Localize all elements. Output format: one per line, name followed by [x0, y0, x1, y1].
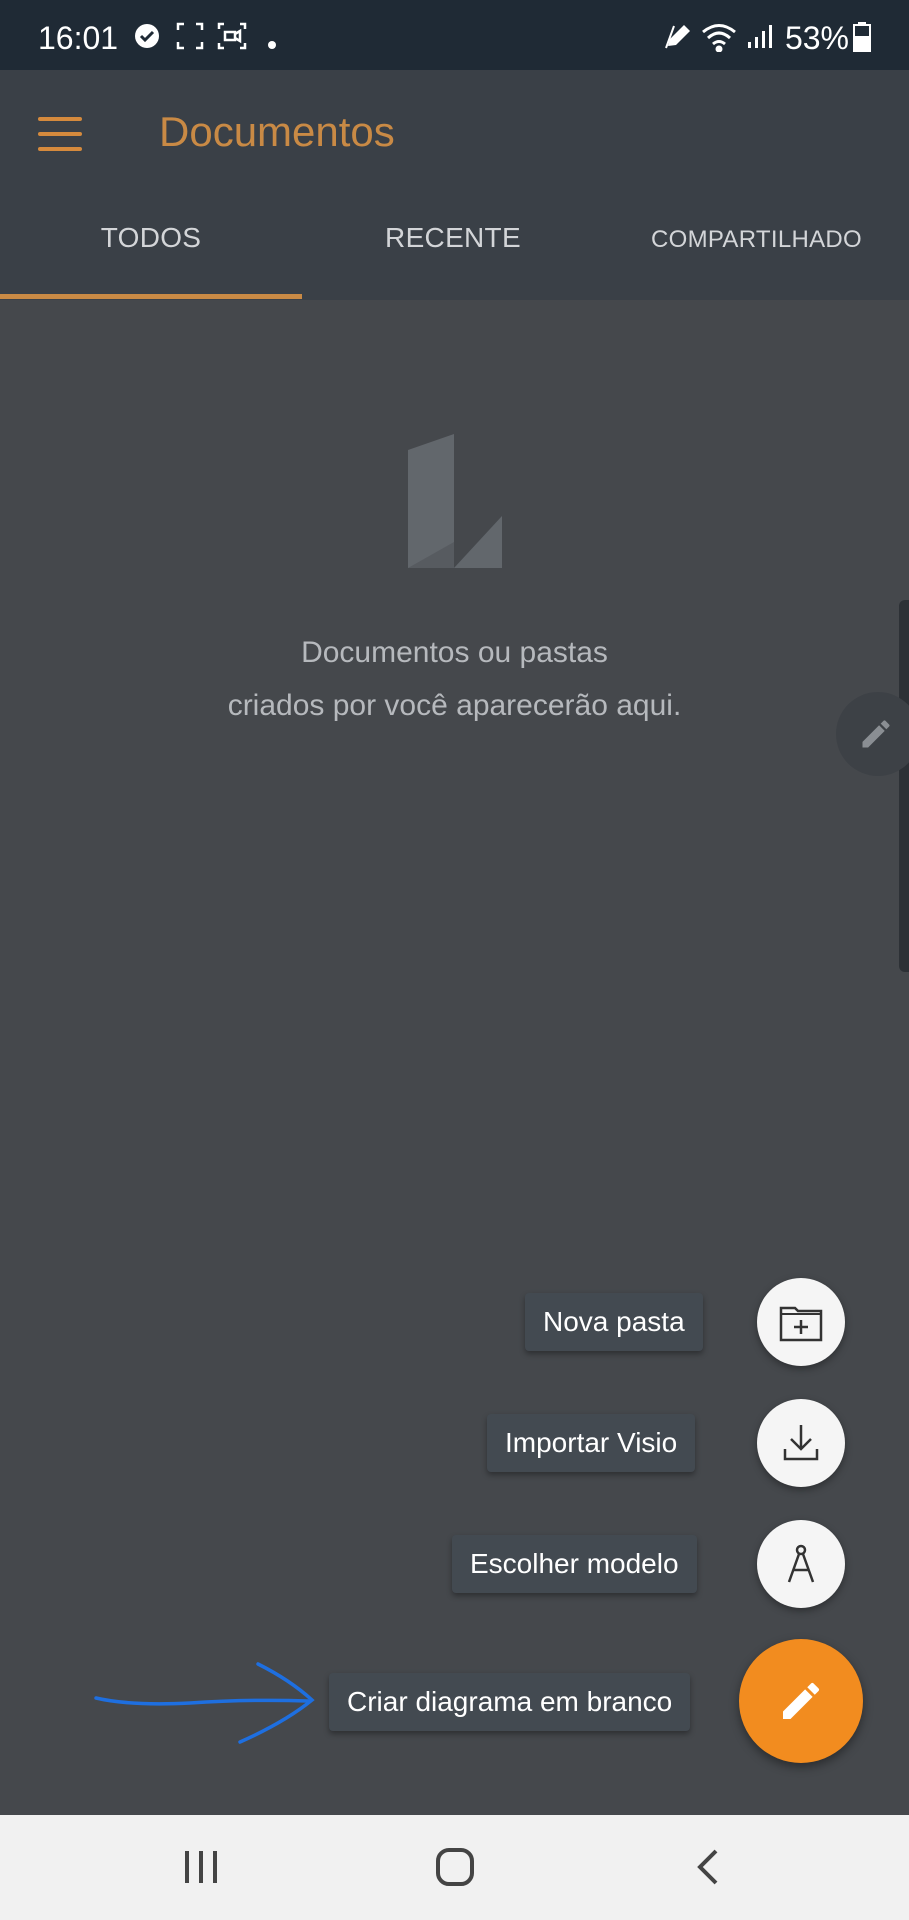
- empty-state-message: Documentos ou pastas criados por você ap…: [0, 626, 909, 732]
- empty-state-line-2: criados por você aparecerão aqui.: [227, 689, 682, 722]
- tab-todos[interactable]: TODOS: [0, 222, 302, 300]
- folder-plus-icon: [779, 1306, 823, 1342]
- tab-indicator: [0, 294, 302, 299]
- navigation-bar: [0, 1815, 909, 1920]
- edge-panel-handle[interactable]: [899, 600, 909, 972]
- nova-pasta-button[interactable]: [757, 1278, 845, 1366]
- status-time: 16:01: [38, 20, 119, 56]
- page-title: Documentos: [159, 108, 395, 155]
- escolher-modelo-label[interactable]: Escolher modelo: [452, 1535, 697, 1593]
- status-bar: 16:01 53%: [0, 0, 909, 70]
- recent-apps-icon[interactable]: [183, 1851, 219, 1888]
- check-circle-icon: [133, 22, 161, 55]
- pen-icon: [664, 22, 694, 55]
- empty-state-line-1: Documentos ou pastas: [301, 636, 608, 669]
- screenshot-frame-icon: [176, 22, 204, 55]
- hamburger-menu-icon[interactable]: [38, 117, 82, 151]
- importar-visio-label[interactable]: Importar Visio: [487, 1414, 696, 1472]
- lucidchart-logo-icon: [408, 434, 502, 573]
- importar-visio-button[interactable]: [757, 1399, 845, 1487]
- pencil-icon: [783, 1682, 820, 1719]
- compass-icon: [787, 1544, 815, 1583]
- back-icon[interactable]: [696, 1849, 720, 1890]
- nova-pasta-label[interactable]: Nova pasta: [525, 1293, 703, 1351]
- criar-diagrama-button[interactable]: [739, 1639, 863, 1763]
- criar-diagrama-label[interactable]: Criar diagrama em branco: [329, 1673, 691, 1731]
- pencil-icon: [862, 720, 890, 748]
- wifi-icon: [700, 22, 738, 57]
- edge-pencil-button[interactable]: [836, 692, 909, 776]
- screen-record-icon: [217, 22, 247, 55]
- tab-recente[interactable]: RECENTE: [302, 222, 604, 300]
- home-icon[interactable]: [435, 1847, 475, 1892]
- battery-icon: [853, 22, 871, 57]
- signal-icon: [746, 22, 774, 55]
- tab-compartilhado[interactable]: COMPARTILHADO: [604, 226, 909, 304]
- annotation-arrow-icon: [94, 1662, 315, 1744]
- escolher-modelo-button[interactable]: [757, 1520, 845, 1608]
- download-icon: [783, 1425, 819, 1461]
- battery-level: 53%: [784, 20, 849, 56]
- notification-dot-icon: [268, 36, 276, 54]
